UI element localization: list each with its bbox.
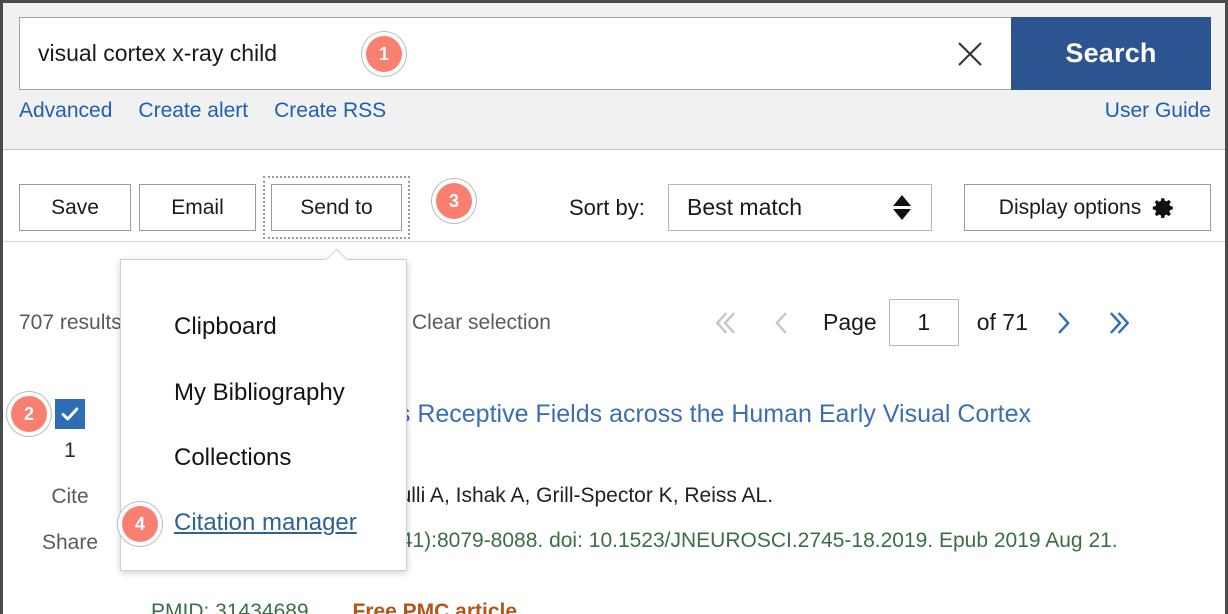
search-button[interactable]: Search [1011,17,1211,90]
double-chevron-right-icon [1110,312,1129,333]
email-button[interactable]: Email [139,184,256,231]
page-label: Page [823,309,877,335]
user-guide-link[interactable]: User Guide [1105,99,1211,123]
search-header: Search Advanced Create alert Create RSS … [3,3,1225,150]
send-to-button[interactable]: Send to [271,184,402,231]
result-checkbox[interactable] [55,399,85,429]
annotation-badge-1: 1 [366,36,402,72]
clear-search-button[interactable] [929,17,1011,90]
sort-by-select[interactable]: Best match [668,184,932,231]
create-rss-link[interactable]: Create RSS [274,99,386,123]
search-input-wrapper [19,17,929,90]
sort-by-value: Best match [687,194,803,220]
page-number-input[interactable] [888,299,959,346]
advanced-link[interactable]: Advanced [19,99,112,123]
search-input[interactable] [20,18,360,89]
annotation-badge-2: 2 [11,396,47,432]
header-links: Advanced Create alert Create RSS User Gu… [19,99,1211,123]
free-pmc-article-label: Free PMC article [352,600,518,614]
annotation-badge-4: 4 [122,506,158,542]
menu-item-my-bibliography[interactable]: My Bibliography [174,379,345,407]
double-chevron-left-icon [716,312,735,333]
sort-by-label: Sort by: [569,195,645,220]
close-icon [958,41,982,66]
result-number: 1 [64,439,76,462]
page-total-label: of 71 [976,309,1028,335]
result-identifiers: PMID: 31434689 Free PMC article [151,600,517,614]
dropdown-caret-icon [325,249,347,260]
pagination: Page of 71 [697,299,1148,346]
pubmed-search-results-page: Search Advanced Create alert Create RSS … [0,0,1228,614]
send-to-dropdown-menu: Clipboard My Bibliography Collections Ci… [120,259,407,571]
next-page-button[interactable] [1036,306,1092,340]
menu-item-collections[interactable]: Collections [174,444,291,472]
display-options-button[interactable]: Display options [964,184,1211,231]
menu-item-clipboard[interactable]: Clipboard [174,313,277,341]
results-count: 707 results [19,311,122,334]
gear-icon [1153,197,1173,218]
last-page-button[interactable] [1092,306,1148,340]
display-options-label: Display options [998,195,1142,219]
annotation-badge-3: 3 [436,183,472,219]
share-button[interactable]: Share [39,531,101,555]
result-pmid[interactable]: PMID: 31434689 [151,600,309,614]
clear-selection-link[interactable]: Clear selection [412,311,551,335]
create-alert-link[interactable]: Create alert [138,99,248,123]
updown-arrows-icon [893,195,911,220]
chevron-right-icon [1058,312,1070,333]
save-button[interactable]: Save [19,184,131,231]
cite-button[interactable]: Cite [39,485,101,509]
previous-page-button[interactable] [753,306,809,340]
menu-item-citation-manager[interactable]: Citation manager [174,509,357,537]
search-bar: Search [19,17,1211,90]
checkmark-icon [61,407,79,421]
first-page-button[interactable] [697,306,753,340]
chevron-left-icon [775,312,787,333]
